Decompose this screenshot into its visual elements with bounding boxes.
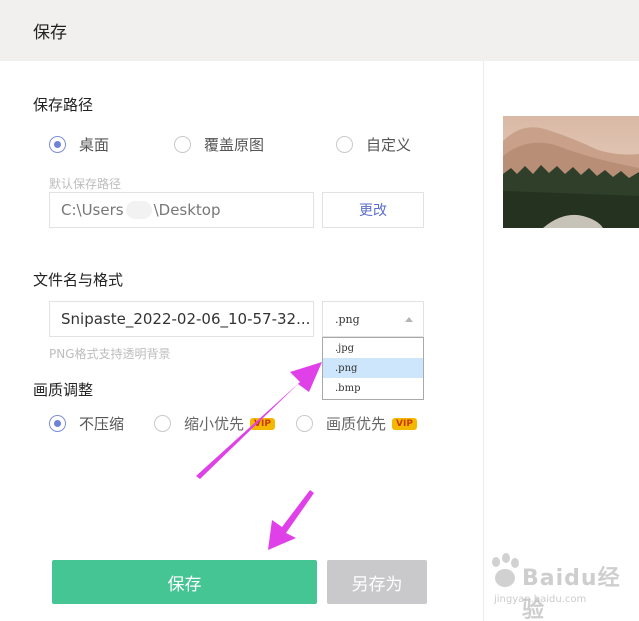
format-select[interactable]: .png: [322, 301, 424, 337]
dialog-header: 保存: [0, 0, 639, 61]
watermark-url: jingyan.baidu.com: [494, 594, 587, 605]
save-path-title: 保存路径: [33, 96, 94, 114]
format-option-bmp[interactable]: .bmp: [323, 378, 423, 398]
dialog-title: 保存: [33, 23, 67, 43]
save-path-field[interactable]: C:\Users \Desktop: [49, 192, 314, 228]
filename-field[interactable]: Snipaste_2022-02-06_10-57-32...: [49, 301, 314, 337]
radio-circle: [296, 415, 313, 432]
panel-divider: [483, 61, 484, 621]
path-prefix: C:\Users: [61, 201, 124, 219]
radio-custom-label: 自定义: [366, 136, 412, 154]
baidu-watermark: Baidu经验 jingyan.baidu.com: [486, 548, 636, 621]
paw-icon: [492, 553, 519, 587]
radio-circle: [49, 136, 66, 153]
format-option-jpg[interactable]: .jpg: [323, 338, 423, 358]
arrow-to-save-button: [268, 490, 314, 550]
radio-circle: [154, 415, 171, 432]
format-select-value: .png: [335, 312, 360, 326]
format-option-png[interactable]: .png: [323, 358, 423, 378]
radio-desktop[interactable]: 桌面: [49, 134, 109, 155]
default-path-hint: 默认保存路径: [49, 177, 122, 191]
vip-badge: VIP: [250, 417, 275, 430]
radio-custom[interactable]: 自定义: [336, 134, 411, 155]
radio-overwrite-original-label: 覆盖原图: [204, 136, 265, 154]
quality-title: 画质调整: [33, 381, 94, 399]
radio-quality-priority[interactable]: 画质优先 VIP: [296, 413, 417, 434]
path-suffix: \Desktop: [153, 201, 221, 219]
vip-badge: VIP: [392, 417, 417, 430]
radio-overwrite-original[interactable]: 覆盖原图: [174, 134, 264, 155]
watermark-brand: Baidu经验: [522, 566, 621, 621]
radio-no-compression[interactable]: 不压缩: [49, 413, 124, 434]
image-preview-thumbnail: [503, 116, 639, 228]
change-path-button[interactable]: 更改: [322, 192, 424, 228]
file-format-title: 文件名与格式: [33, 271, 124, 289]
radio-circle: [336, 136, 353, 153]
radio-size-priority-label: 缩小优先: [184, 415, 245, 433]
format-dropdown-list: .jpg .png .bmp: [322, 337, 424, 400]
png-transparency-hint: PNG格式支持透明背景: [49, 347, 171, 361]
radio-no-compression-label: 不压缩: [79, 415, 125, 433]
redacted-username: [125, 201, 152, 219]
save-as-button[interactable]: 另存为: [327, 560, 427, 604]
radio-size-priority[interactable]: 缩小优先 VIP: [154, 413, 275, 434]
radio-circle: [49, 415, 66, 432]
radio-desktop-label: 桌面: [79, 136, 110, 154]
save-button[interactable]: 保存: [52, 560, 317, 604]
radio-quality-priority-label: 画质优先: [326, 415, 387, 433]
caret-up-icon: [405, 317, 413, 322]
radio-circle: [174, 136, 191, 153]
